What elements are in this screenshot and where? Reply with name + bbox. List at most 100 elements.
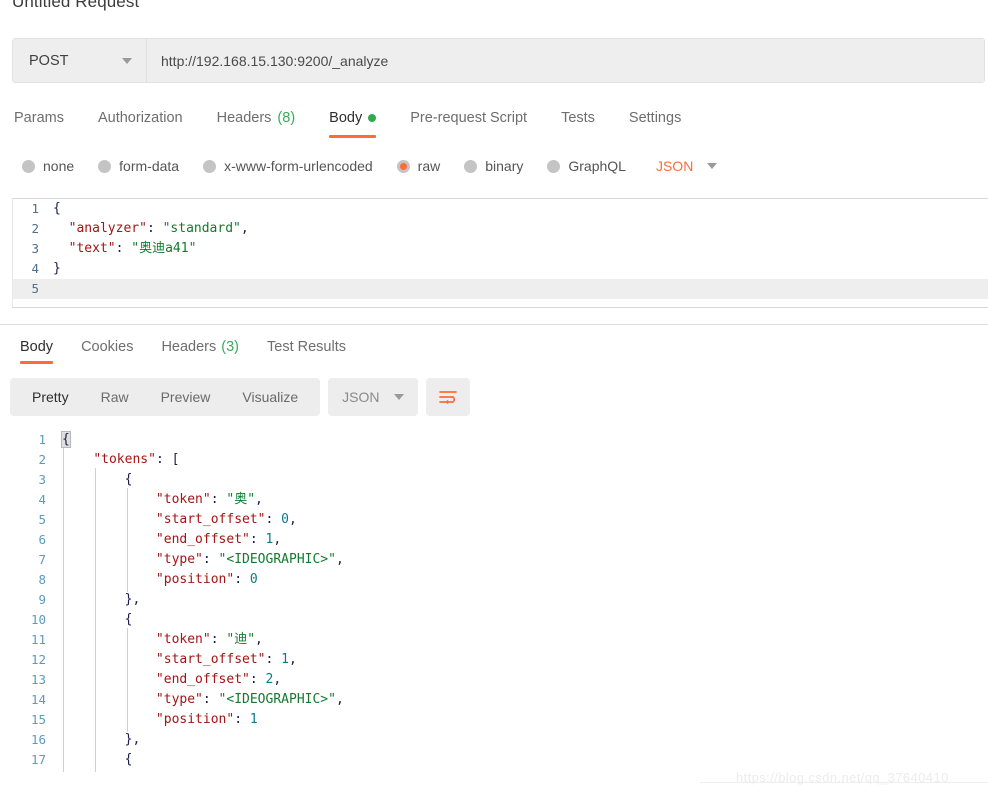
code-token: : <box>210 632 227 647</box>
body-mode-x-www-form-urlencoded[interactable]: x-www-form-urlencoded <box>203 158 373 174</box>
response-view-pretty[interactable]: Pretty <box>16 378 85 416</box>
code-token: , <box>255 492 263 507</box>
response-view-preview[interactable]: Preview <box>145 378 227 416</box>
body-mode-label: x-www-form-urlencoded <box>224 158 373 174</box>
code-text: }, <box>62 728 988 752</box>
response-format-selector[interactable]: JSON <box>328 378 418 416</box>
response-tab-headers[interactable]: Headers (3) <box>161 339 239 355</box>
code-line: 5 <box>13 279 988 299</box>
line-number: 1 <box>31 201 39 216</box>
code-line: 10 { <box>20 608 988 632</box>
code-token: , <box>335 552 344 567</box>
body-present-indicator-icon <box>368 114 377 122</box>
radio-icon[interactable] <box>98 159 112 173</box>
line-number: 9 <box>38 592 46 607</box>
url-text: http://192.168.15.130:9200/_analyze <box>161 52 389 69</box>
code-token: "token" <box>155 632 211 647</box>
code-text: { <box>62 468 988 492</box>
tab-count-badge: (3) <box>221 339 239 355</box>
code-text: "token": "迪", <box>62 628 988 652</box>
request-tab-settings[interactable]: Settings <box>629 110 681 128</box>
code-token: "<IDEOGRAPHIC>" <box>218 692 336 707</box>
code-token: [ <box>171 452 180 467</box>
code-text: "position": 0 <box>62 568 988 592</box>
code-line: 1{ <box>20 430 988 450</box>
word-wrap-button[interactable] <box>425 378 470 416</box>
code-token: { <box>62 612 133 627</box>
url-input[interactable]: http://192.168.15.130:9200/_analyze <box>147 39 984 82</box>
response-body-editor[interactable]: 1{2 "tokens": [3 {4 "token": "奥", 5 "star… <box>20 430 988 780</box>
http-method-selector[interactable]: POST <box>13 39 147 82</box>
code-text: { <box>61 430 988 450</box>
code-text: }, <box>62 588 988 612</box>
radio-icon[interactable] <box>547 159 561 173</box>
radio-icon[interactable] <box>396 159 410 173</box>
line-number: 7 <box>38 552 46 567</box>
code-text: { <box>62 748 988 772</box>
code-token: "token" <box>155 492 211 507</box>
line-number: 13 <box>30 672 46 687</box>
code-token: "standard" <box>162 221 241 236</box>
request-tab-body[interactable]: Body <box>329 110 377 138</box>
request-tab-pre-request-script[interactable]: Pre-request Script <box>410 110 527 128</box>
radio-icon[interactable] <box>464 159 478 173</box>
code-token: { <box>62 472 133 487</box>
tab-label: Settings <box>628 110 682 126</box>
indent-guide <box>127 708 128 732</box>
line-number: 3 <box>31 241 39 256</box>
radio-icon[interactable] <box>22 159 35 173</box>
code-text: "type": "<IDEOGRAPHIC>", <box>62 548 988 572</box>
response-tab-body[interactable]: Body <box>20 339 54 364</box>
active-tab-underline <box>20 361 54 364</box>
body-mode-raw[interactable]: raw <box>396 158 441 174</box>
response-tab-cookies[interactable]: Cookies <box>81 339 133 355</box>
code-line: 5 "start_offset": 0, <box>20 508 988 532</box>
request-body-editor[interactable]: 1{2 "analyzer": "standard", 3 "text": "奥迪… <box>12 198 988 308</box>
body-mode-none[interactable]: none <box>22 158 74 174</box>
body-mode-label: binary <box>485 158 524 174</box>
code-text: "position": 1 <box>62 708 988 732</box>
code-text: "end_offset": 2, <box>62 668 988 692</box>
body-mode-form-data[interactable]: form-data <box>98 158 179 174</box>
tab-label: Pre-request Script <box>410 110 528 126</box>
code-line: 13 "end_offset": 2, <box>20 668 988 692</box>
request-tab-tests[interactable]: Tests <box>561 110 595 128</box>
code-text: "start_offset": 0, <box>62 508 988 532</box>
request-tab-headers[interactable]: Headers (8) <box>217 110 296 128</box>
code-token: , <box>288 652 297 667</box>
code-text: "analyzer": "standard", <box>53 219 988 239</box>
body-mode-label: raw <box>417 158 441 174</box>
code-token: "奥迪a41" <box>131 241 197 256</box>
code-token: "text" <box>68 241 116 256</box>
indent-guide <box>95 748 96 772</box>
code-line: 8 "position": 0 <box>20 568 988 592</box>
radio-icon[interactable] <box>203 159 217 173</box>
code-token: : <box>265 652 282 667</box>
code-text: "tokens": [ <box>62 448 988 472</box>
response-view-raw[interactable]: Raw <box>85 378 145 416</box>
line-number: 2 <box>38 452 46 467</box>
code-text: } <box>53 259 988 279</box>
code-token: { <box>61 431 71 448</box>
code-line: 3 { <box>20 468 988 492</box>
code-token: "end_offset" <box>155 532 250 547</box>
line-number: 10 <box>30 612 46 627</box>
code-token: , <box>335 692 344 707</box>
line-number: 5 <box>38 512 46 527</box>
code-line: 9 }, <box>20 588 988 612</box>
body-mode-label: form-data <box>119 158 180 174</box>
body-mode-graphql[interactable]: GraphQL <box>547 158 626 174</box>
response-view-visualize[interactable]: Visualize <box>226 378 314 416</box>
response-tab-test-results[interactable]: Test Results <box>267 339 346 355</box>
code-line: 2 "tokens": [ <box>20 448 988 472</box>
tab-label: Body <box>329 110 363 126</box>
body-mode-binary[interactable]: binary <box>464 158 523 174</box>
request-tab-params[interactable]: Params <box>14 110 64 128</box>
code-line: 2 "analyzer": "standard", <box>13 219 988 239</box>
raw-format-selector[interactable]: JSON <box>656 158 718 174</box>
request-tab-authorization[interactable]: Authorization <box>98 110 183 128</box>
code-token: { <box>53 201 61 216</box>
